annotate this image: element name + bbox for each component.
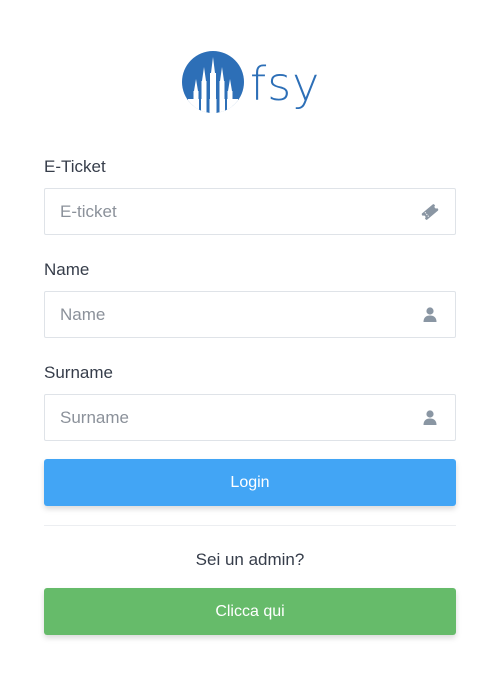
name-field-wrapper (44, 291, 456, 338)
admin-login-button[interactable]: Clicca qui (44, 588, 456, 635)
admin-prompt: Sei un admin? (195, 550, 305, 569)
eticket-input[interactable] (45, 189, 455, 234)
divider (44, 525, 456, 526)
surname-label: Surname (44, 363, 113, 382)
ticket-icon (421, 204, 439, 220)
name-label: Name (44, 260, 90, 279)
eticket-label: E-Ticket (44, 157, 106, 176)
login-form: E-Ticket Name Surname (44, 150, 456, 635)
surname-input[interactable] (45, 395, 455, 440)
user-icon (423, 410, 437, 425)
surname-field-wrapper (44, 394, 456, 441)
user-icon (423, 307, 437, 322)
logo-text: fsy (250, 57, 321, 111)
app-logo: fsy (182, 50, 322, 114)
eticket-field-wrapper (44, 188, 456, 235)
login-page: fsy E-Ticket Name Surname (0, 0, 495, 680)
cathedral-globe-logo-icon (182, 51, 244, 113)
name-input[interactable] (45, 292, 455, 337)
login-button[interactable]: Login (44, 459, 456, 506)
